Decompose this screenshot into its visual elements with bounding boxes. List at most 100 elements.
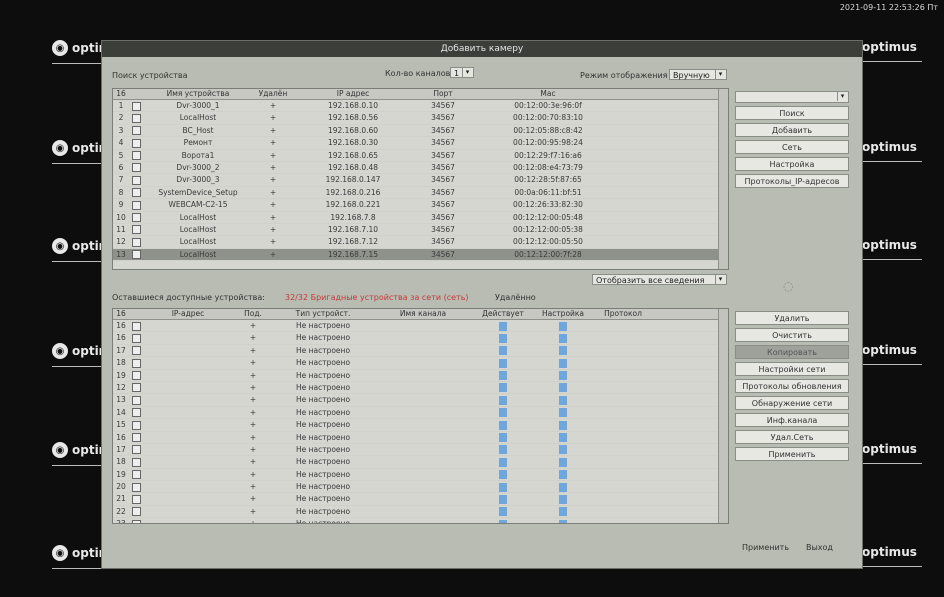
checkbox-icon[interactable] [131, 494, 141, 504]
table-row[interactable]: 2 LocalHost +192.168.0.56 34567 00:12:00:70:… [113, 112, 728, 125]
column-header[interactable]: 16 [113, 309, 129, 319]
checkbox-icon[interactable] [131, 250, 141, 260]
row-checkbox[interactable] [129, 481, 143, 492]
column-header[interactable]: Тип устройст. [273, 309, 373, 319]
checkbox-icon[interactable] [131, 457, 141, 467]
side-button[interactable]: Настройка [735, 157, 849, 171]
table-row[interactable]: 16 + Не настроено [113, 320, 728, 333]
row-checkbox[interactable] [129, 493, 143, 504]
column-header[interactable]: Под. [233, 309, 273, 319]
row-checkbox[interactable] [129, 100, 143, 111]
side-button[interactable]: Поиск [735, 106, 849, 120]
column-header[interactable]: Mac [473, 89, 623, 99]
table-row[interactable]: 4 Ремонт +192.168.0.30 34567 00:12:00:95:98:… [113, 137, 728, 150]
row-checkbox[interactable] [129, 224, 143, 235]
checkbox-icon[interactable] [131, 358, 141, 368]
side-button[interactable]: Применить [735, 447, 849, 461]
table-row[interactable]: 16 + Не настроено [113, 432, 728, 444]
checkbox-icon[interactable] [131, 333, 141, 343]
checkbox-icon[interactable] [131, 126, 141, 136]
checkbox-icon[interactable] [131, 101, 141, 111]
table-row[interactable]: 3 BC_Host +192.168.0.60 34567 00:12:05:88:c8… [113, 125, 728, 138]
table-row[interactable]: 12 LocalHost +192.168.7.12 34567 00:12:12:00… [113, 236, 728, 249]
column-header[interactable]: Настройка [533, 309, 593, 319]
side-button[interactable]: Сеть [735, 140, 849, 154]
table-row[interactable]: 18 + Не настроено [113, 357, 728, 370]
row-checkbox[interactable] [129, 112, 143, 123]
table-row[interactable]: 1 Dvr-3000_1 +192.168.0.10 34567 00:12:00:3e… [113, 100, 728, 113]
table-row[interactable]: 17 + Не настроено [113, 444, 728, 457]
row-checkbox[interactable] [129, 506, 143, 517]
checkbox-icon[interactable] [131, 188, 141, 198]
row-checkbox[interactable] [129, 469, 143, 480]
checkbox-icon[interactable] [131, 151, 141, 161]
side-select[interactable]: ▾ [735, 91, 849, 103]
row-checkbox[interactable] [129, 456, 143, 467]
checkbox-icon[interactable] [131, 213, 141, 223]
row-checkbox[interactable] [129, 518, 143, 523]
row-checkbox[interactable] [129, 332, 143, 343]
channel-count-select[interactable]: 1 ▾ [450, 67, 474, 78]
row-checkbox[interactable] [129, 187, 143, 198]
row-checkbox[interactable] [129, 382, 143, 393]
side-button[interactable]: Обнаружение сети [735, 396, 849, 410]
scrollbar[interactable] [718, 89, 728, 269]
checkbox-icon[interactable] [131, 346, 141, 356]
table-row[interactable]: 13 + Не настроено [113, 394, 728, 407]
table-row[interactable]: 5 Ворота1 +192.168.0.65 34567 00:12:29:f7:16… [113, 150, 728, 162]
checkbox-icon[interactable] [131, 519, 141, 523]
table-row[interactable]: 21 + Не настроено [113, 493, 728, 506]
table-row[interactable]: 18 + Не настроено [113, 456, 728, 469]
side-button[interactable]: Удал.Сеть [735, 430, 849, 444]
table-row[interactable]: 22 + Не настроено [113, 506, 728, 519]
column-header[interactable] [129, 309, 143, 319]
show-all-info-select[interactable]: Отобразить все сведения ▾ [592, 274, 727, 285]
row-checkbox[interactable] [129, 345, 143, 356]
apply-button[interactable]: Применить [738, 541, 793, 554]
table-row[interactable]: 16 + Не настроено [113, 332, 728, 345]
column-header[interactable]: IP адрес [293, 89, 413, 99]
display-mode-select[interactable]: Вручную ▾ [669, 69, 727, 80]
checkbox-icon[interactable] [131, 383, 141, 393]
row-checkbox[interactable] [129, 199, 143, 210]
side-button[interactable]: Добавить [735, 123, 849, 137]
row-checkbox[interactable] [129, 419, 143, 430]
column-header[interactable]: Порт [413, 89, 473, 99]
table-row[interactable]: 17 + Не настроено [113, 345, 728, 358]
table-row[interactable]: 19 + Не настроено [113, 469, 728, 482]
column-header[interactable]: IP-адрес [143, 309, 233, 319]
checkbox-icon[interactable] [131, 200, 141, 210]
table-row[interactable]: 12 + Не настроено [113, 382, 728, 395]
column-header[interactable]: Удалён [253, 89, 293, 99]
checkbox-icon[interactable] [131, 225, 141, 235]
row-checkbox[interactable] [129, 236, 143, 247]
table-row[interactable]: 6 Dvr-3000_2 +192.168.0.48 34567 00:12:08:e4… [113, 162, 728, 175]
checkbox-icon[interactable] [131, 420, 141, 430]
table-row[interactable]: 10 LocalHost +192.168.7.8 34567 00:12:12:00:… [113, 212, 728, 224]
checkbox-icon[interactable] [131, 470, 141, 480]
column-header[interactable]: Протокол [593, 309, 653, 319]
row-checkbox[interactable] [129, 150, 143, 161]
row-checkbox[interactable] [129, 394, 143, 405]
checkbox-icon[interactable] [131, 237, 141, 247]
table-row[interactable]: 7 Dvr-3000_3 +192.168.0.147 34567 00:12:28:5… [113, 174, 728, 187]
row-checkbox[interactable] [129, 125, 143, 136]
table-row[interactable]: 11 LocalHost +192.168.7.10 34567 00:12:12:00… [113, 224, 728, 237]
column-header[interactable]: Имя устройства [143, 89, 253, 99]
table-row[interactable]: 19 + Не настроено [113, 370, 728, 382]
row-checkbox[interactable] [129, 174, 143, 185]
table-row[interactable]: 14 + Не настроено [113, 407, 728, 420]
column-header[interactable] [129, 89, 143, 99]
checkbox-icon[interactable] [131, 433, 141, 443]
row-checkbox[interactable] [129, 407, 143, 418]
side-button[interactable]: Протоколы_IP-адресов [735, 174, 849, 188]
row-checkbox[interactable] [129, 370, 143, 381]
side-button[interactable]: Протоколы обновления [735, 379, 849, 393]
side-button[interactable]: Очистить [735, 328, 849, 342]
row-checkbox[interactable] [129, 444, 143, 455]
table-row[interactable]: 23 + Не настроено [113, 518, 728, 523]
table-row[interactable]: 8 SystemDevice_Setup +192.168.0.216 34567 00… [113, 187, 728, 200]
side-button[interactable]: Копировать [735, 345, 849, 359]
column-header[interactable]: Имя канала [373, 309, 473, 319]
scrollbar[interactable] [718, 309, 728, 523]
